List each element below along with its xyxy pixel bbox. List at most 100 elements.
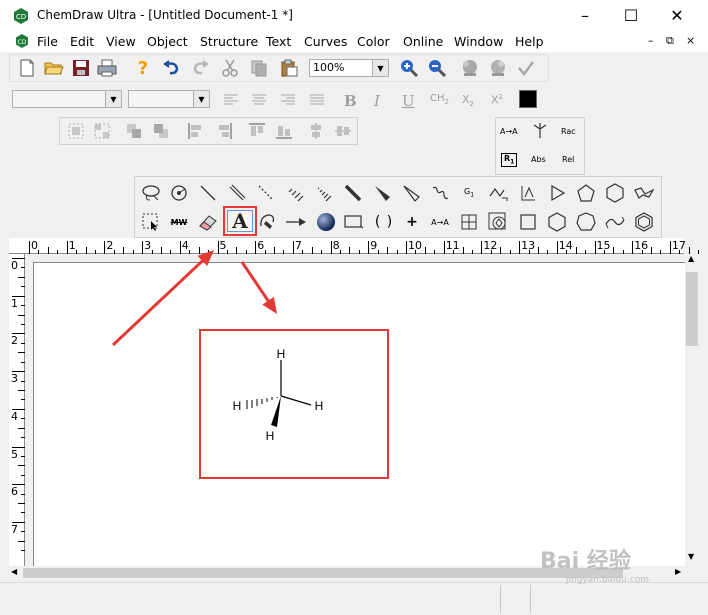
atom-h-top[interactable]: H xyxy=(277,347,286,361)
cyclooctane-chair-icon[interactable] xyxy=(633,182,655,204)
check-icon[interactable] xyxy=(515,57,537,79)
center-vertical-icon[interactable] xyxy=(305,120,327,142)
menu-help[interactable]: Help xyxy=(515,34,544,49)
generic-label-tool[interactable]: G1 xyxy=(458,182,480,204)
cyclopropane-square-icon[interactable] xyxy=(517,211,539,233)
italic-button[interactable]: I xyxy=(374,92,380,110)
table-tool-icon[interactable] xyxy=(458,211,480,233)
close-icon[interactable]: ✕ xyxy=(654,0,700,31)
align-tops-icon[interactable] xyxy=(246,120,268,142)
r-group-button[interactable]: R1 xyxy=(501,153,518,167)
cycloheptane-ring-icon[interactable] xyxy=(575,211,597,233)
solid-bond-icon[interactable] xyxy=(197,182,219,204)
benzene-ring-icon[interactable] xyxy=(633,211,655,233)
scroll-left-icon[interactable]: ◀ xyxy=(11,567,17,576)
query-tool[interactable]: A→A xyxy=(429,211,451,233)
chevron-down-icon[interactable]: ▼ xyxy=(372,60,388,76)
wedge-bond-icon[interactable] xyxy=(371,182,393,204)
formula-button[interactable]: CH2 xyxy=(430,93,449,106)
render-icon[interactable] xyxy=(459,57,481,79)
dashed-bond-icon[interactable] xyxy=(255,182,277,204)
color-swatch-button[interactable] xyxy=(519,90,537,108)
maximize-icon[interactable]: ☐ xyxy=(608,0,654,31)
redo-icon[interactable] xyxy=(190,57,212,79)
center-horizontal-icon[interactable] xyxy=(332,120,354,142)
zoom-in-icon[interactable] xyxy=(398,57,420,79)
mapping-button[interactable]: A→A xyxy=(500,127,518,136)
hollow-wedge-bond-icon[interactable] xyxy=(400,182,422,204)
ungroup-icon[interactable] xyxy=(91,120,113,142)
scroll-down-icon[interactable]: ▼ xyxy=(688,552,694,561)
underline-button[interactable]: U xyxy=(402,92,415,110)
menu-view[interactable]: View xyxy=(106,34,136,49)
subscript-button[interactable]: X2 xyxy=(462,93,474,108)
pentagon-ring-icon[interactable] xyxy=(575,182,597,204)
zoom-select[interactable]: 100% ▼ xyxy=(309,59,389,77)
hexagon-ring-icon[interactable] xyxy=(604,182,626,204)
document-canvas[interactable]: H H H H xyxy=(33,262,685,566)
menu-text[interactable]: Text xyxy=(266,34,291,49)
menu-file[interactable]: File xyxy=(37,34,58,49)
group-icon[interactable] xyxy=(65,120,87,142)
atom-h-right[interactable]: H xyxy=(315,399,324,413)
text-tool[interactable]: A xyxy=(223,206,257,236)
help-icon[interactable]: ? xyxy=(132,57,154,79)
align-rights-icon[interactable] xyxy=(213,120,235,142)
align-left-icon[interactable] xyxy=(220,89,242,111)
bold-bond-icon[interactable] xyxy=(342,182,364,204)
marquee-select-icon[interactable] xyxy=(140,211,162,233)
scroll-right-icon[interactable]: ▶ xyxy=(675,567,681,576)
menu-online[interactable]: Online xyxy=(403,34,443,49)
align-bottoms-icon[interactable] xyxy=(273,120,295,142)
font-size-select[interactable]: ▼ xyxy=(128,90,210,108)
triangle-ring-icon[interactable] xyxy=(546,182,568,204)
atom-h-left[interactable]: H xyxy=(233,399,242,413)
scroll-up-icon[interactable]: ▲ xyxy=(688,254,694,263)
vertical-scrollbar[interactable]: ▲ ▼ xyxy=(685,254,699,566)
orbital-sphere-icon[interactable] xyxy=(315,211,337,233)
bring-front-icon[interactable] xyxy=(123,120,145,142)
render-alt-icon[interactable] xyxy=(487,57,509,79)
bold-button[interactable]: B xyxy=(344,92,357,110)
menu-curves[interactable]: Curves xyxy=(304,34,347,49)
justify-icon[interactable] xyxy=(306,89,328,111)
mdi-minimize-button[interactable]: – xyxy=(648,34,654,47)
mass-fragmentation-tool[interactable]: MW xyxy=(168,211,190,233)
copy-icon[interactable] xyxy=(248,57,270,79)
chemical-symbols-tool[interactable]: + xyxy=(401,211,423,233)
drawing-element-icon[interactable] xyxy=(343,211,365,233)
font-select[interactable]: ▼ xyxy=(12,90,122,108)
vertical-scroll-thumb[interactable] xyxy=(686,272,698,346)
menu-edit[interactable]: Edit xyxy=(70,34,94,49)
mdi-restore-button[interactable]: ⧉ xyxy=(666,34,674,48)
mdi-close-button[interactable]: × xyxy=(686,34,695,47)
print-icon[interactable] xyxy=(96,57,118,79)
rac-button[interactable]: Rac xyxy=(561,127,576,136)
save-icon[interactable] xyxy=(70,57,92,79)
undo-icon[interactable] xyxy=(160,57,182,79)
minimize-icon[interactable]: – xyxy=(562,0,608,31)
paste-icon[interactable] xyxy=(278,57,300,79)
eraser-icon[interactable] xyxy=(197,211,219,233)
cyclooctane-ring-icon[interactable] xyxy=(604,211,626,233)
chevron-down-icon[interactable]: ▼ xyxy=(105,91,121,107)
align-lefts-icon[interactable] xyxy=(185,120,207,142)
pen-tool-icon[interactable] xyxy=(257,211,279,233)
zoom-out-icon[interactable] xyxy=(426,57,448,79)
superscript-button[interactable]: X2 xyxy=(491,93,503,107)
abs-button[interactable]: Abs xyxy=(531,155,546,164)
double-bond-icon[interactable] xyxy=(226,182,248,204)
orbital-icon[interactable] xyxy=(517,182,539,204)
menu-window[interactable]: Window xyxy=(454,34,503,49)
wavy-bond-icon[interactable] xyxy=(429,182,451,204)
menu-object[interactable]: Object xyxy=(147,34,188,49)
structure-perspective-icon[interactable] xyxy=(168,182,190,204)
arrow-tool-icon[interactable] xyxy=(285,211,307,233)
send-back-icon[interactable] xyxy=(150,120,172,142)
new-document-icon[interactable] xyxy=(16,57,38,79)
hashed-wedge-bond-icon[interactable] xyxy=(313,182,335,204)
lasso-icon[interactable] xyxy=(140,182,162,204)
arc-tool-icon[interactable] xyxy=(487,182,509,204)
chevron-down-icon[interactable]: ▼ xyxy=(193,91,209,107)
stereo-center-icon[interactable] xyxy=(531,121,549,142)
